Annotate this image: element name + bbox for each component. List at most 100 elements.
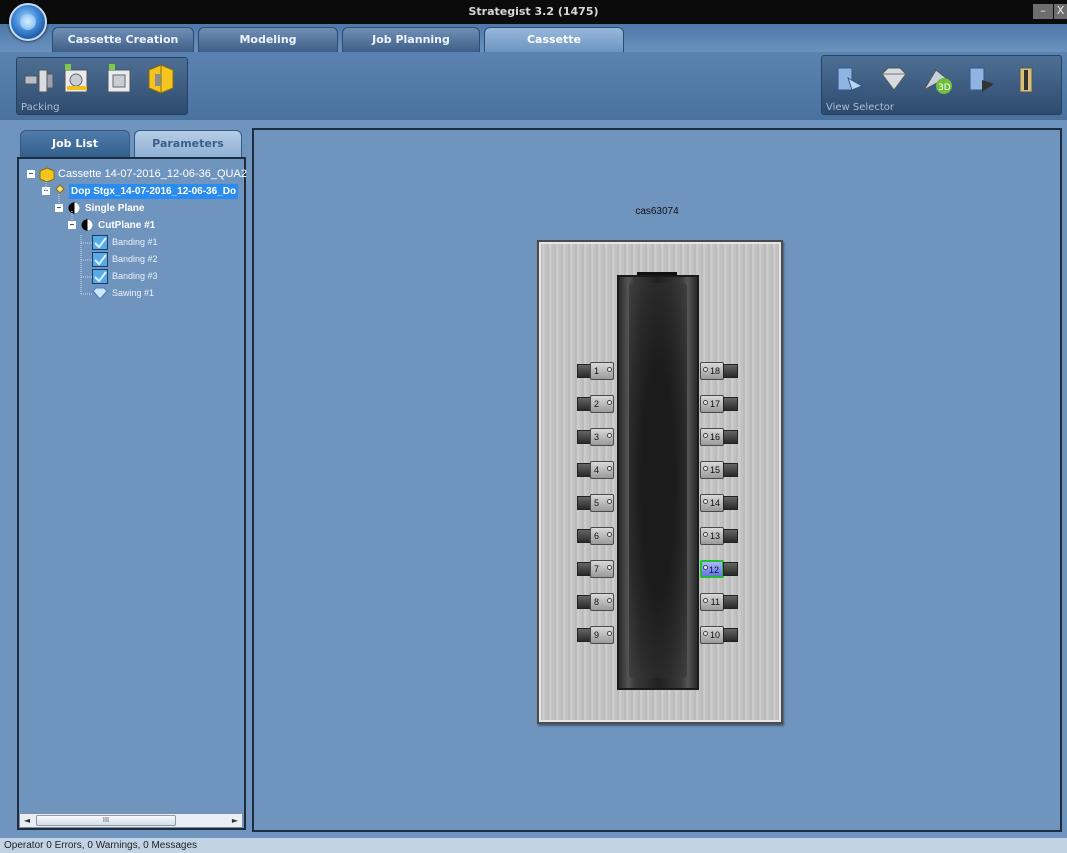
- holder-dot: [607, 532, 612, 537]
- cassette-id-label: cas63074: [635, 206, 679, 217]
- tree-label-cutplane: CutPlane #1: [98, 220, 156, 231]
- holder-dot: [607, 631, 612, 636]
- holder-17[interactable]: 17: [700, 395, 738, 413]
- holder-4[interactable]: 4: [577, 461, 615, 479]
- holder-dot: [607, 598, 612, 603]
- holder-dot: [703, 400, 708, 405]
- tree-node-plane[interactable]: – Single Plane: [55, 201, 205, 217]
- holder-dot: [703, 598, 708, 603]
- cassette-view-icon[interactable]: [1010, 64, 1042, 96]
- status-text: Operator 0 Errors, 0 Warnings, 0 Message…: [4, 840, 198, 851]
- status-bar: Operator 0 Errors, 0 Warnings, 0 Message…: [0, 838, 1067, 853]
- window-title: Strategist 3.2 (1475): [468, 5, 599, 18]
- tree-label-banding-3: Banding #3: [112, 271, 158, 281]
- tab-cassette-management[interactable]: Cassette Management: [484, 27, 624, 69]
- tree-horizontal-scrollbar[interactable]: ◄ III ►: [19, 813, 243, 828]
- scroll-right-icon[interactable]: ►: [228, 814, 242, 827]
- banding-check-icon: [92, 252, 108, 267]
- tree-label-job: Dop Stgx_14-07-2016_12-06-36_Do: [69, 184, 239, 199]
- scroll-left-icon[interactable]: ◄: [20, 814, 34, 827]
- holder-13[interactable]: 13: [700, 527, 738, 545]
- cassette-box-icon[interactable]: [145, 62, 177, 94]
- add-stone-icon[interactable]: [103, 62, 135, 94]
- clamp-icon: [723, 595, 738, 609]
- tree-node-banding-1[interactable]: Banding #1: [90, 235, 220, 251]
- scroll-thumb[interactable]: III: [36, 815, 176, 826]
- tree-label-cassette: Cassette 14-07-2016_12-06-36_QUA2: [58, 168, 247, 180]
- holder-6[interactable]: 6: [577, 527, 615, 545]
- holder-9[interactable]: 9: [577, 626, 615, 644]
- collapse-toggle[interactable]: –: [68, 221, 76, 229]
- view-selector-label: View Selector: [826, 102, 894, 113]
- packing-group-label: Packing: [21, 102, 60, 113]
- tab-job-list[interactable]: Job List: [20, 130, 130, 157]
- dop-icon: [55, 184, 65, 198]
- packing-group: Packing: [16, 57, 188, 115]
- tree-label-banding-2: Banding #2: [112, 254, 158, 264]
- holder-dot: [703, 367, 708, 372]
- tab-parameters[interactable]: Parameters: [134, 130, 242, 157]
- cutplane-icon: [81, 219, 93, 231]
- tree-node-cassette[interactable]: – Cassette 14-07-2016_12-06-36_QUA2: [27, 167, 247, 183]
- tree-node-sawing-1[interactable]: Sawing #1: [90, 286, 220, 302]
- clamp-icon: [723, 364, 738, 378]
- ribbon: Packing 3D View Selector: [0, 52, 1067, 120]
- diamond-view-icon[interactable]: [878, 64, 910, 96]
- tree-node-banding-3[interactable]: Banding #3: [90, 269, 220, 285]
- holder-dot: [607, 400, 612, 405]
- clamp-icon: [723, 463, 738, 477]
- holder-18[interactable]: 18: [700, 362, 738, 380]
- side-tab-strip: Job List Parameters: [20, 130, 246, 157]
- side-view-icon[interactable]: [966, 64, 998, 96]
- banding-check-icon: [92, 235, 108, 250]
- holder-3[interactable]: 3: [577, 428, 615, 446]
- holder-dot: [703, 499, 708, 504]
- tab-modeling[interactable]: Modeling: [198, 27, 338, 52]
- holder-8[interactable]: 8: [577, 593, 615, 611]
- holder-15[interactable]: 15: [700, 461, 738, 479]
- tree-node-banding-2[interactable]: Banding #2: [90, 252, 220, 268]
- holder-16[interactable]: 16: [700, 428, 738, 446]
- main-tab-strip: Cassette Creation Modeling Job Planning …: [0, 24, 1067, 69]
- holder-5[interactable]: 5: [577, 494, 615, 512]
- collapse-toggle[interactable]: –: [27, 170, 35, 178]
- holder-1[interactable]: 1: [577, 362, 615, 380]
- top-view-icon[interactable]: [834, 64, 866, 96]
- clamp-icon: [723, 496, 738, 510]
- tree-node-cutplane[interactable]: – CutPlane #1: [68, 218, 218, 234]
- clamp-icon: [723, 430, 738, 444]
- add-diamond-icon[interactable]: [61, 62, 93, 94]
- holder-10[interactable]: 10: [700, 626, 738, 644]
- holder-12-selected[interactable]: 12: [700, 560, 738, 578]
- collapse-toggle[interactable]: –: [42, 187, 50, 195]
- holder-14[interactable]: 14: [700, 494, 738, 512]
- app-menu-orb-icon[interactable]: [9, 3, 47, 41]
- clamp-icon: [723, 397, 738, 411]
- holder-dot: [703, 565, 708, 570]
- tab-cassette-creation[interactable]: Cassette Creation: [52, 27, 194, 52]
- tree-node-job[interactable]: – Dop Stgx_14-07-2016_12-06-36_Do: [42, 184, 246, 200]
- holder-dot: [607, 565, 612, 570]
- plane-icon: [68, 202, 80, 214]
- unpack-icon[interactable]: [23, 64, 55, 96]
- job-tree: – Cassette 14-07-2016_12-06-36_QUA2 – Do…: [17, 157, 247, 830]
- minimize-button[interactable]: –: [1033, 4, 1053, 19]
- tree-label-plane: Single Plane: [85, 203, 145, 214]
- clamp-icon: [723, 529, 738, 543]
- cassette-slot: [617, 275, 699, 690]
- collapse-toggle[interactable]: –: [55, 204, 63, 212]
- close-button[interactable]: X: [1054, 4, 1067, 19]
- svg-text:3D: 3D: [938, 83, 951, 93]
- holder-dot: [703, 433, 708, 438]
- slot-inner: [629, 283, 687, 678]
- holder-dot: [703, 532, 708, 537]
- holder-2[interactable]: 2: [577, 395, 615, 413]
- holder-dot: [607, 433, 612, 438]
- tab-job-planning[interactable]: Job Planning: [342, 27, 480, 52]
- holder-11[interactable]: 11: [700, 593, 738, 611]
- clamp-icon: [723, 562, 738, 576]
- cassette-viewport[interactable]: cas63074 1 2 3 4 5 6 7 8 9 18 17 16 15 1…: [252, 128, 1062, 832]
- holder-7[interactable]: 7: [577, 560, 615, 578]
- 3d-view-icon[interactable]: 3D: [922, 64, 954, 96]
- title-bar: Strategist 3.2 (1475) – X: [0, 0, 1067, 24]
